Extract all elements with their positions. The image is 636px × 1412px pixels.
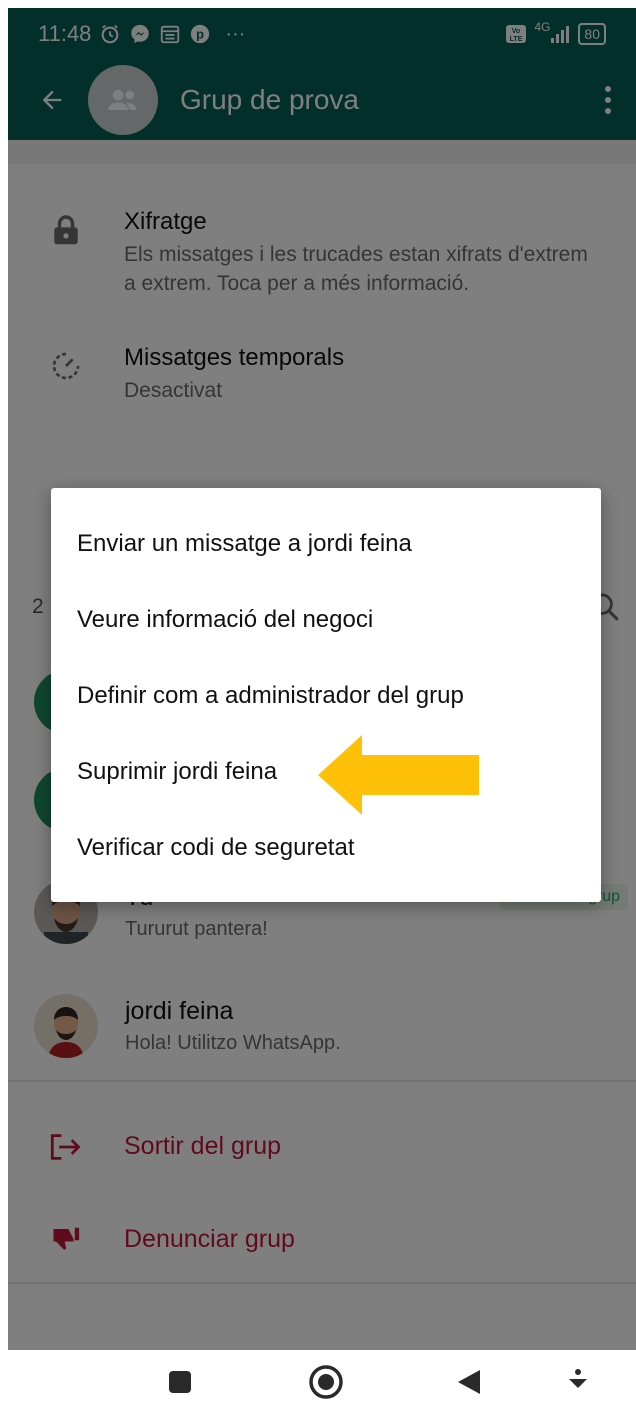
home-button[interactable]: [308, 1364, 344, 1405]
square-icon: [169, 1371, 191, 1393]
download-icon: [569, 1369, 587, 1388]
system-nav-bar: [8, 1350, 636, 1412]
menu-item-business-info[interactable]: Veure informació del negoci: [51, 582, 601, 658]
member-context-menu: Enviar un missatge a jordi feina Veure i…: [51, 488, 601, 902]
menu-item-make-admin[interactable]: Definir com a administrador del grup: [51, 658, 601, 734]
back-nav-button[interactable]: [456, 1368, 482, 1401]
nav-extra-button[interactable]: [566, 1368, 590, 1399]
menu-item-verify-security-code[interactable]: Verificar codi de seguretat: [51, 810, 601, 886]
circle-icon: [309, 1365, 343, 1399]
triangle-back-icon: [458, 1370, 480, 1394]
highlight-arrow-icon: [318, 735, 479, 815]
menu-item-send-message[interactable]: Enviar un missatge a jordi feina: [51, 506, 601, 582]
recents-button[interactable]: [168, 1370, 192, 1399]
